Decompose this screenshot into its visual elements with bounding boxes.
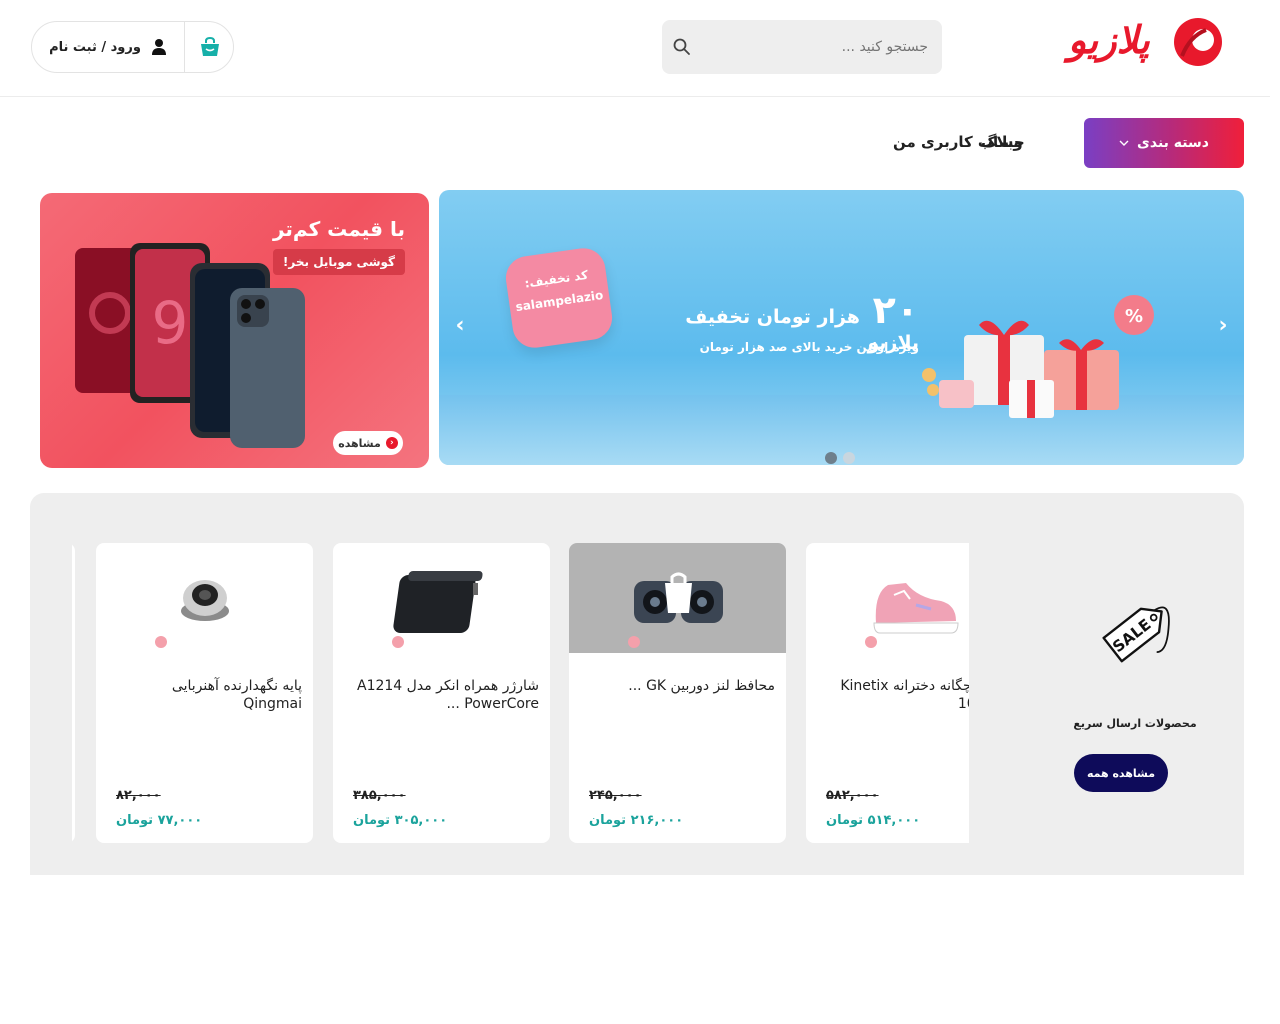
products-carousel[interactable]: پایه نگهدارنده آهنربایی Qingmai ۸۲,۰۰۰ ۷… [72, 543, 969, 843]
lens-protector-icon [634, 572, 723, 623]
color-swatch[interactable] [392, 636, 404, 648]
magnetic-holder-icon [181, 580, 229, 621]
promo-view-label: مشاهده [338, 436, 381, 450]
gift-boxes-image: % [922, 295, 1154, 418]
color-swatch[interactable] [865, 636, 877, 648]
main-slider[interactable]: کد تخفیف: salampelazio ۲۰ هزار تومان تخف… [439, 190, 1244, 465]
login-register-label: ورود / ثبت نام [49, 39, 141, 55]
svg-text:%: % [1125, 306, 1143, 327]
product-old-price: ۲۴۵,۰۰۰ [589, 788, 642, 803]
product-name[interactable]: پایه نگهدارنده آهنربایی Qingmai [112, 677, 302, 713]
coupon-code: salampelazio [514, 287, 605, 315]
product-price: ۵۱۴,۰۰۰ تومان [826, 813, 921, 828]
powerbank-icon [393, 571, 483, 633]
coupon-tag: کد تخفیف: salampelazio [503, 245, 615, 351]
slider-title-number: ۲۰ [872, 288, 919, 332]
product-old-price: ۸۲,۰۰۰ [116, 788, 161, 803]
quick-shipping-title: محصولات ارسال سریع [1073, 717, 1197, 730]
chevron-down-icon [1119, 140, 1129, 146]
login-register-button[interactable]: ورود / ثبت نام [32, 22, 184, 72]
shoe-icon [873, 583, 959, 634]
account-box: ورود / ثبت نام [31, 21, 234, 73]
site-logo[interactable]: پلازیو [1068, 12, 1228, 76]
logo-text: پلازیو [1068, 18, 1151, 62]
product-old-price: ۵۸۲,۰۰۰ [826, 788, 879, 803]
search-icon[interactable] [672, 37, 692, 57]
nav-link-my-account[interactable]: حساب کاربری من [893, 133, 1025, 151]
slider-subtitle: ویژه اولین خرید بالای صد هزار تومان [699, 340, 919, 354]
phones-image: 9 [75, 243, 305, 448]
user-icon [151, 39, 166, 55]
logo-mark-icon [1174, 18, 1222, 66]
product-name[interactable]: شارژر همراه انکر مدل A1214 PowerCore ... [349, 677, 539, 713]
product-card[interactable]: پایه نگهدارنده آهنربایی Qingmai ۸۲,۰۰۰ ۷… [96, 543, 313, 843]
promo-view-button[interactable]: ‹ مشاهده [333, 431, 403, 455]
product-price: ۷۷,۰۰۰ تومان [116, 813, 203, 828]
search-box [662, 20, 942, 74]
chevron-left-icon: ‹ [385, 437, 398, 449]
see-all-button[interactable]: مشاهده همه [1074, 754, 1168, 792]
categories-label: دسته بندی [1137, 135, 1209, 151]
slider-next-arrow[interactable]: › [1212, 315, 1234, 337]
product-card[interactable]: محافظ لنز دوربین GK ... ۲۴۵,۰۰۰ ۲۱۶,۰۰۰ … [569, 543, 786, 843]
quick-shipping-section: SALE محصولات ارسال سریع مشاهده همه پایه … [30, 493, 1244, 875]
svg-text:9: 9 [152, 289, 189, 357]
color-swatch[interactable] [155, 636, 167, 648]
see-all-label: مشاهده همه [1086, 766, 1156, 780]
shopping-bag-icon [201, 36, 219, 56]
slider-prev-arrow[interactable]: ‹ [449, 315, 471, 337]
slider-dot[interactable] [843, 452, 855, 464]
categories-button[interactable]: دسته بندی [1084, 118, 1244, 168]
product-card-partial[interactable] [72, 543, 75, 843]
slider-dot[interactable] [825, 452, 837, 464]
product-name[interactable]: کفش بچگانه دخترانه Kinetix کد 1002 [822, 677, 969, 713]
sale-tag-icon: SALE [1102, 606, 1170, 663]
product-card[interactable]: کفش بچگانه دخترانه Kinetix کد 1002 ۵۸۲,۰… [806, 543, 969, 843]
slider-dots [825, 452, 855, 464]
site-header: پلازیو ورود / ثبت نام [0, 0, 1270, 97]
product-old-price: ۳۸۵,۰۰۰ [353, 788, 406, 803]
product-card[interactable]: شارژر همراه انکر مدل A1214 PowerCore ...… [333, 543, 550, 843]
product-name[interactable]: محافظ لنز دوربین GK ... [585, 677, 775, 695]
color-swatch[interactable] [628, 636, 640, 648]
search-input[interactable] [698, 20, 934, 74]
cart-button[interactable] [185, 22, 235, 72]
product-price: ۳۰۵,۰۰۰ تومان [353, 813, 448, 828]
mobile-promo-banner[interactable]: با قیمت کم‌تر گوشی موبایل بخر! 9 ‹ مشاهد… [40, 193, 429, 468]
product-price: ۲۱۶,۰۰۰ تومان [589, 813, 684, 828]
